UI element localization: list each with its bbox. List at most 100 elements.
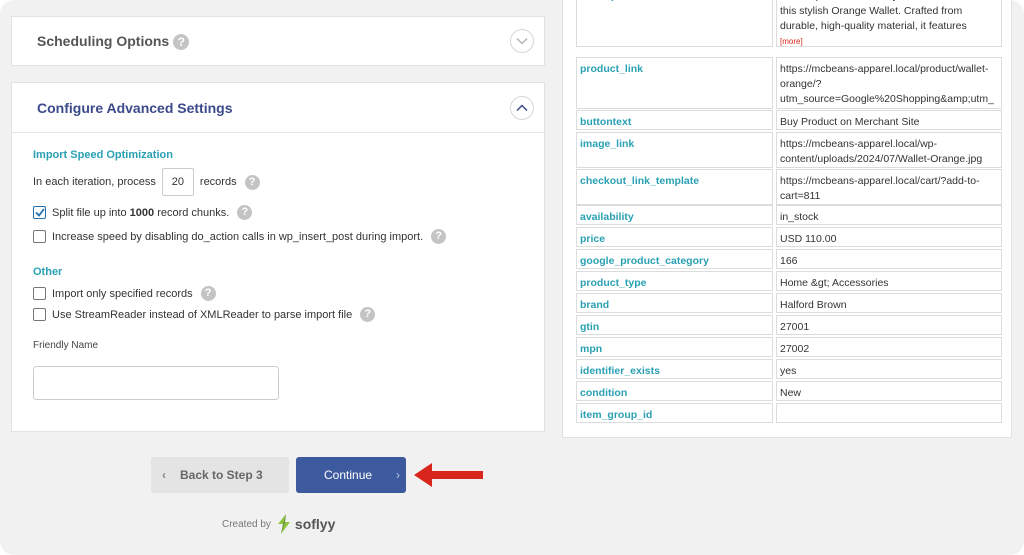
scheduling-options-panel[interactable]: Scheduling Options? — [11, 16, 545, 66]
field-value-cell: 27002 — [776, 337, 1002, 357]
table-row: item_group_id — [576, 403, 1002, 423]
help-icon[interactable]: ? — [237, 205, 253, 220]
field-name-cell: checkout_link_template — [576, 169, 773, 205]
help-icon[interactable]: ? — [244, 174, 260, 190]
other-section-heading: Other — [33, 266, 63, 278]
field-value-cell: yes — [776, 359, 1002, 379]
table-row: mpn 27002 — [576, 337, 1002, 357]
table-row: buttontext Buy Product on Merchant Site — [576, 110, 1002, 130]
streamreader-row: Use StreamReader instead of XMLReader to… — [33, 307, 376, 322]
split-file-checkbox[interactable] — [33, 206, 46, 219]
iteration-prefix: In each iteration, process — [33, 176, 156, 188]
table-row: checkout_link_template https://mcbeans-ap… — [576, 169, 1002, 205]
table-row: brand Halford Brown — [576, 293, 1002, 313]
field-value-text: in_stock — [780, 211, 819, 223]
streamreader-label: Use StreamReader instead of XMLReader to… — [52, 308, 353, 321]
advanced-settings-panel: Configure Advanced Settings Import Speed… — [11, 82, 545, 432]
only-specified-label: Import only specified records — [52, 287, 193, 300]
table-row: availability in_stock — [576, 205, 1002, 225]
only-specified-checkbox[interactable] — [33, 287, 46, 300]
split-file-count: 1000 — [129, 206, 155, 219]
table-row: product_type Home &gt; Accessories — [576, 271, 1002, 291]
field-value-text: 166 — [780, 255, 798, 267]
field-value-text: https://mcbeans-apparel.local/product/wa… — [780, 63, 994, 105]
streamreader-checkbox[interactable] — [33, 308, 46, 321]
chevron-down-icon — [516, 37, 528, 45]
more-link[interactable]: [more] — [780, 37, 803, 46]
advanced-settings-header[interactable]: Configure Advanced Settings — [12, 83, 544, 133]
split-file-row: Split file up into 1000 record chunks. ? — [33, 205, 253, 220]
table-row: google_product_category 166 — [576, 249, 1002, 269]
field-value-text: Buy Product on Merchant Site — [780, 116, 920, 128]
split-file-prefix: Split file up into — [52, 206, 130, 219]
field-value-text: Halford Brown — [780, 299, 847, 311]
field-name-cell: price — [576, 227, 773, 247]
help-icon[interactable]: ? — [173, 34, 190, 51]
friendly-name-label: Friendly Name — [33, 340, 99, 351]
field-value-text: yes — [780, 365, 797, 377]
disable-action-row: Increase speed by disabling do_action ca… — [33, 229, 447, 244]
created-by-text: Created by — [222, 518, 271, 530]
table-row: product_link https://mcbeans-apparel.loca… — [576, 57, 1002, 109]
field-value-text: https://mcbeans-apparel.local/wp-content… — [780, 138, 983, 165]
expand-chevron-button[interactable] — [510, 29, 534, 53]
checkmark-icon — [34, 208, 45, 217]
field-value-text: New — [780, 387, 802, 399]
scheduling-options-label: Scheduling Options — [37, 33, 170, 49]
field-name-cell: product_type — [576, 271, 773, 291]
iteration-suffix: records — [199, 176, 237, 188]
field-value-cell — [776, 403, 1002, 423]
soflyy-brand-text: soflyy — [294, 516, 336, 532]
field-value-text: Home &gt; Accessories — [780, 277, 889, 289]
red-arrow-icon — [414, 463, 483, 487]
chevron-up-icon — [516, 104, 528, 112]
table-row: descriptionAdd a splash of color to your… — [576, 0, 1002, 47]
advanced-settings-title: Configure Advanced Settings — [37, 100, 233, 116]
field-value-cell: https://mcbeans-apparel.local/product/wa… — [776, 57, 1002, 109]
field-name-cell: description — [576, 0, 773, 47]
iteration-row: In each iteration, process 20 records ? — [33, 168, 260, 196]
help-icon[interactable]: ? — [431, 229, 447, 244]
record-preview-panel: descriptionAdd a splash of color to your… — [562, 0, 1012, 438]
back-button-label: Back to Step 3 — [180, 468, 263, 482]
footer: Created by soflyy — [222, 513, 335, 535]
field-name-cell: google_product_category — [576, 249, 773, 269]
disable-action-checkbox[interactable] — [33, 230, 46, 243]
help-icon[interactable]: ? — [360, 307, 376, 322]
speed-section-heading: Import Speed Optimization — [33, 149, 173, 161]
field-name-cell: product_link — [576, 57, 773, 109]
field-value-cell: Buy Product on Merchant Site — [776, 110, 1002, 130]
field-value-cell: New — [776, 381, 1002, 401]
field-value-cell: 166 — [776, 249, 1002, 269]
field-value-cell: USD 110.00 — [776, 227, 1002, 247]
field-name-cell: availability — [576, 205, 773, 225]
field-name-cell: condition — [576, 381, 773, 401]
field-name-cell: mpn — [576, 337, 773, 357]
table-row: gtin 27001 — [576, 315, 1002, 335]
back-to-step-button[interactable]: ‹ Back to Step 3 — [151, 457, 289, 493]
field-value-cell: https://mcbeans-apparel.local/wp-content… — [776, 132, 1002, 168]
table-row: condition New — [576, 381, 1002, 401]
help-icon[interactable]: ? — [200, 286, 216, 301]
table-row: identifier_exists yes — [576, 359, 1002, 379]
field-value-text: 27001 — [780, 321, 810, 333]
field-value-text: Add a splash of color to your accessorie… — [780, 0, 993, 32]
field-value-cell: Halford Brown — [776, 293, 1002, 313]
continue-button[interactable]: Continue › — [296, 457, 406, 493]
field-value-cell: Add a splash of color to your accessorie… — [776, 0, 1002, 47]
table-row: price USD 110.00 — [576, 227, 1002, 247]
field-name-cell: brand — [576, 293, 773, 313]
collapse-chevron-button[interactable] — [510, 96, 534, 120]
field-name-cell: gtin — [576, 315, 773, 335]
page-frame: Scheduling Options? Configure Advanced S… — [0, 0, 1024, 555]
field-name-cell: image_link — [576, 132, 773, 168]
only-specified-row: Import only specified records ? — [33, 286, 216, 301]
continue-button-label: Continue — [324, 468, 373, 482]
table-row: image_link https://mcbeans-apparel.local/… — [576, 132, 1002, 168]
friendly-name-input[interactable] — [33, 366, 279, 400]
field-value-cell: in_stock — [776, 205, 1002, 225]
field-value-cell: Home &gt; Accessories — [776, 271, 1002, 291]
field-name-cell: item_group_id — [576, 403, 773, 423]
iteration-records-input[interactable]: 20 — [161, 168, 194, 196]
disable-action-label: Increase speed by disabling do_action ca… — [52, 230, 424, 243]
